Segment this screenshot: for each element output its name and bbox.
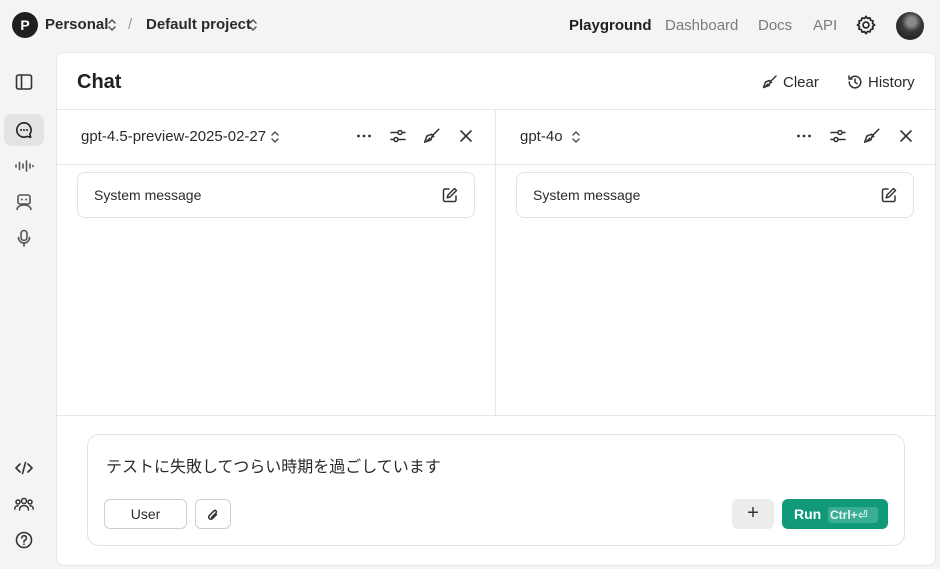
- org-switcher[interactable]: Personal: [45, 16, 108, 33]
- broom-icon[interactable]: [423, 127, 441, 145]
- microphone-icon[interactable]: [14, 228, 34, 248]
- attach-button[interactable]: [195, 499, 231, 529]
- chevron-updown-icon[interactable]: [107, 17, 117, 33]
- composer-divider: [57, 415, 935, 416]
- role-selector-button[interactable]: User: [104, 499, 187, 529]
- chevron-updown-icon[interactable]: [571, 129, 581, 145]
- model-selector-right[interactable]: gpt-4o: [520, 128, 563, 145]
- message-composer: テストに失敗してつらい時期を過ごしています User + Run Ctrl+⏎: [87, 434, 905, 546]
- nav-docs[interactable]: Docs: [758, 17, 792, 34]
- history-label: History: [868, 74, 915, 91]
- chat-icon[interactable]: [14, 120, 34, 140]
- audio-waveform-icon[interactable]: [14, 156, 34, 176]
- top-bar: P Personal / Default project Playground …: [0, 0, 940, 52]
- breadcrumb-separator: /: [128, 16, 133, 33]
- chat-panel: Chat Clear History gpt-4.5-preview-2025-…: [56, 52, 936, 566]
- system-message-card[interactable]: System message: [516, 172, 914, 218]
- nav-api[interactable]: API: [813, 17, 837, 34]
- model-bar-divider: [57, 164, 935, 165]
- header-divider: [57, 109, 935, 110]
- gear-icon[interactable]: [855, 14, 877, 36]
- clear-button[interactable]: Clear: [762, 73, 824, 93]
- assistant-robot-icon[interactable]: [14, 192, 34, 212]
- column-divider: [495, 109, 496, 415]
- broom-icon[interactable]: [863, 127, 881, 145]
- system-message-card[interactable]: System message: [77, 172, 475, 218]
- settings-sliders-icon[interactable]: [829, 127, 847, 145]
- keyboard-shortcut-badge: Ctrl+⏎: [828, 507, 878, 523]
- history-button[interactable]: History: [847, 73, 917, 93]
- history-icon: [848, 75, 862, 89]
- model-selector-left[interactable]: gpt-4.5-preview-2025-02-27: [81, 128, 266, 145]
- edit-icon[interactable]: [441, 186, 459, 204]
- broom-icon: [762, 75, 777, 89]
- org-avatar[interactable]: P: [12, 12, 38, 38]
- message-input[interactable]: テストに失敗してつらい時期を過ごしています: [106, 453, 886, 477]
- settings-sliders-icon[interactable]: [389, 127, 407, 145]
- run-button[interactable]: Run Ctrl+⏎: [782, 499, 888, 529]
- code-icon[interactable]: [14, 458, 34, 478]
- run-label: Run: [794, 506, 822, 522]
- team-icon[interactable]: [14, 494, 34, 514]
- nav-playground[interactable]: Playground: [569, 17, 652, 34]
- nav-dashboard[interactable]: Dashboard: [665, 17, 738, 34]
- system-message-label: System message: [533, 187, 641, 203]
- add-message-button[interactable]: +: [732, 499, 774, 529]
- help-icon[interactable]: [14, 530, 34, 550]
- paperclip-icon: [207, 509, 218, 520]
- close-icon[interactable]: [457, 127, 475, 145]
- project-switcher[interactable]: Default project: [146, 16, 251, 33]
- sidebar-toggle-icon[interactable]: [14, 72, 34, 92]
- chevron-updown-icon[interactable]: [248, 17, 258, 33]
- chevron-updown-icon[interactable]: [270, 129, 280, 145]
- system-message-label: System message: [94, 187, 202, 203]
- clear-label: Clear: [783, 74, 819, 91]
- page-title: Chat: [77, 71, 122, 93]
- edit-icon[interactable]: [880, 186, 898, 204]
- more-options-icon[interactable]: [355, 127, 373, 145]
- close-icon[interactable]: [897, 127, 915, 145]
- user-avatar[interactable]: [896, 12, 924, 40]
- more-options-icon[interactable]: [795, 127, 813, 145]
